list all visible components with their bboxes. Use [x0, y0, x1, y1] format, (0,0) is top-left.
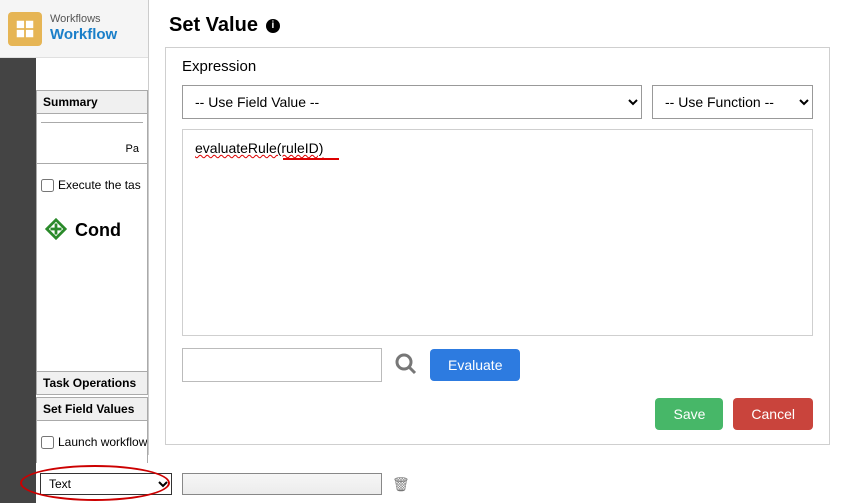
- pa-label: Pa: [41, 143, 143, 155]
- execute-task-label: Execute the tas: [58, 178, 141, 192]
- evaluate-input[interactable]: [182, 348, 382, 382]
- evaluate-button[interactable]: Evaluate: [430, 349, 520, 381]
- task-operations-tab[interactable]: Task Operations: [36, 371, 148, 395]
- expression-editor[interactable]: evaluateRule(ruleID): [182, 129, 813, 336]
- bottom-row: Text 🗑: [36, 465, 846, 503]
- search-icon: [394, 352, 418, 376]
- set-field-values-tab[interactable]: Set Field Values: [36, 397, 148, 421]
- app-brand: Workflows Workflow: [0, 0, 145, 57]
- app-title[interactable]: Workflow: [50, 26, 117, 44]
- left-rail: [0, 58, 36, 503]
- workflow-app-icon: [8, 12, 42, 46]
- execute-task-checkbox[interactable]: [41, 179, 54, 192]
- summary-tab[interactable]: Summary: [36, 90, 148, 114]
- expression-label: Expression: [182, 58, 813, 75]
- cancel-button[interactable]: Cancel: [733, 398, 813, 430]
- launch-workflow-checkbox[interactable]: [41, 436, 54, 449]
- set-value-modal: Set Value i Expression -- Use Field Valu…: [148, 0, 846, 455]
- modal-title: Set Value: [169, 14, 258, 37]
- trash-icon: 🗑: [392, 476, 410, 492]
- save-button[interactable]: Save: [655, 398, 723, 430]
- delete-button[interactable]: 🗑: [392, 476, 410, 493]
- error-underline: [283, 158, 339, 160]
- info-icon[interactable]: i: [266, 19, 280, 33]
- diamond-icon: [45, 218, 67, 243]
- use-function-select[interactable]: -- Use Function --: [652, 85, 813, 119]
- side-panel: Summary Pa Execute the tas Cond Task Ope…: [36, 90, 148, 503]
- launch-workflow-label: Launch workflow: [58, 435, 147, 449]
- expression-text: evaluateRule(ruleID): [195, 140, 323, 156]
- field-value-input[interactable]: [182, 473, 382, 495]
- app-supertitle: Workflows: [50, 13, 117, 26]
- field-type-select[interactable]: Text: [40, 473, 172, 495]
- search-button[interactable]: [392, 350, 420, 381]
- condition-label: Cond: [75, 220, 121, 241]
- use-field-value-select[interactable]: -- Use Field Value --: [182, 85, 642, 119]
